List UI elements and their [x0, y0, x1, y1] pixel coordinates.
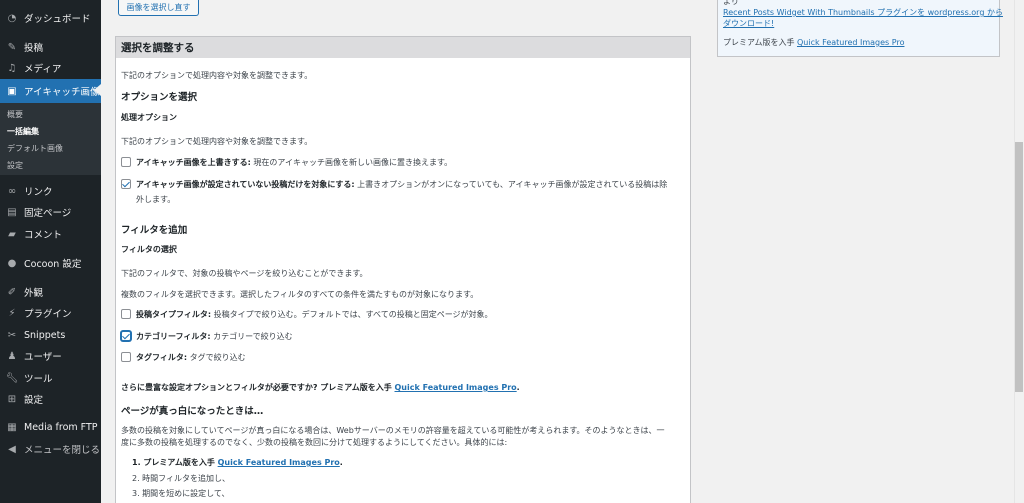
ftp-icon: ▦	[7, 421, 17, 433]
submenu-bulk-edit[interactable]: 一括編集	[7, 126, 39, 137]
filters-heading: フィルタを追加	[121, 225, 188, 236]
sidebar-item-plugins[interactable]: ⚡ プラグイン	[0, 302, 101, 324]
admin-sidebar: 概要 一括編集 デフォルト画像 設定 ◔ ダッシュボード ✎ 投稿 ♫ メディア ▣ ア…	[0, 0, 101, 503]
sidebar-item-pages[interactable]: ▤ 固定ページ	[0, 201, 101, 223]
promo-pro-link[interactable]: Quick Featured Images Pro	[395, 383, 517, 392]
page-scrollbar[interactable]	[1014, 0, 1024, 503]
dashboard-icon: ◔	[7, 12, 17, 24]
overwrite-checkbox[interactable]	[121, 157, 131, 167]
promo-text: さらに豊富な設定オプションとフィルタが必要ですか? プレミアム版を入手 Quic…	[121, 383, 520, 392]
step-1: 1. プレミアム版を入手 Quick Featured Images Pro.	[132, 458, 343, 467]
appearance-icon: ✐	[7, 286, 17, 298]
category-filter-label[interactable]: カテゴリーフィルタ: カテゴリーで絞り込む	[136, 331, 293, 342]
sidebar-info-box: より Recent Posts Widget With Thumbnails プ…	[717, 0, 1003, 57]
step-2: 2. 時間フィルタを追加し、	[132, 474, 231, 483]
page-icon: ▤	[7, 206, 17, 218]
overwrite-option-label[interactable]: アイキャッチ画像を上書きする: 現在のアイキャッチ画像を新しい画像に置き換えます…	[136, 157, 452, 168]
media-icon: ♫	[7, 62, 17, 74]
tag-filter-checkbox[interactable]	[121, 352, 131, 362]
intro-text: 下記のオプションで処理内容や対象を調整できます。	[121, 71, 313, 80]
info-text-top: より	[723, 0, 739, 6]
submenu-default-image[interactable]: デフォルト画像	[7, 143, 63, 154]
image-icon: ▣	[7, 85, 17, 97]
premium-text: プレミアム版を入手 Quick Featured Images Pro	[723, 38, 905, 47]
only-without-featured-checkbox[interactable]	[121, 179, 131, 189]
blank-page-desc-2: 度に多数の投稿を処理するのでなく、少数の投稿を数回に分けて処理するようにしてくだ…	[121, 438, 508, 447]
download-link[interactable]: ダウンロード!	[723, 18, 774, 29]
step-3: 3. 期間を短めに設定して、	[132, 489, 230, 498]
sidebar-item-tools[interactable]: 🔧︎ ツール	[0, 367, 101, 389]
options-description: 下記のオプションで処理内容や対象を調整できます。	[121, 137, 313, 146]
cocoon-icon: ●	[7, 257, 17, 269]
post-type-filter-checkbox[interactable]	[121, 309, 131, 319]
sidebar-item-dashboard[interactable]: ◔ ダッシュボード	[0, 7, 101, 29]
post-type-filter-label[interactable]: 投稿タイプフィルタ: 投稿タイプで絞り込む。デフォルトでは、すべての投稿と固定ペ…	[136, 309, 493, 320]
pin-icon: ✎	[7, 41, 17, 53]
tag-filter-label[interactable]: タグフィルタ: タグで絞り込む	[136, 352, 246, 363]
blank-page-desc-1: 多数の投稿を対象にしていてページが真っ白になる場合は、Webサーバーのメモリの許…	[121, 426, 665, 435]
sidebar-item-links[interactable]: ∞ リンク	[0, 180, 101, 202]
comment-icon: ▰	[8, 228, 16, 240]
plugin-icon: ⚡	[8, 307, 16, 319]
snippets-icon: ✂	[7, 329, 17, 341]
submenu: 概要 一括編集 デフォルト画像 設定	[0, 103, 101, 175]
category-filter-checkbox[interactable]	[121, 331, 131, 341]
sidebar-item-settings[interactable]: ⊞ 設定	[0, 388, 101, 410]
filter-select-label: フィルタの選択	[121, 245, 177, 254]
sidebar-item-media-from-ftp[interactable]: ▦ Media from FTP	[0, 416, 101, 438]
sidebar-item-media[interactable]: ♫ メディア	[0, 57, 101, 79]
processing-options-label: 処理オプション	[121, 113, 177, 122]
sidebar-item-posts[interactable]: ✎ 投稿	[0, 36, 101, 58]
recent-posts-widget-link[interactable]: Recent Posts Widget With Thumbnails プラグイ…	[723, 7, 1003, 18]
collapse-menu-button[interactable]: ◀ メニューを閉じる	[0, 438, 101, 460]
sidebar-item-appearance[interactable]: ✐ 外観	[0, 281, 101, 303]
user-icon: ♟	[7, 350, 17, 362]
sidebar-item-users[interactable]: ♟ ユーザー	[0, 345, 101, 367]
sidebar-item-featured-image[interactable]: ▣ アイキャッチ画像	[0, 79, 101, 103]
filter-description-1: 下記のフィルタで、対象の投稿やページを絞り込むことができます。	[121, 269, 368, 278]
submenu-overview[interactable]: 概要	[7, 109, 23, 120]
options-heading: オプションを選択	[121, 92, 198, 103]
sidebar-item-comments[interactable]: ▰ コメント	[0, 223, 101, 245]
submenu-settings[interactable]: 設定	[7, 160, 23, 171]
settings-icon: ⊞	[7, 393, 17, 405]
sidebar-item-snippets[interactable]: ✂ Snippets	[0, 324, 101, 346]
reselect-images-button[interactable]: 画像を選択し直す	[118, 0, 199, 16]
step1-pro-link[interactable]: Quick Featured Images Pro	[218, 458, 340, 467]
filter-description-2: 複数のフィルタを選択できます。選択したフィルタのすべての条件を満たすものが対象に…	[121, 290, 479, 299]
sidebar-item-cocoon[interactable]: ● Cocoon 設定	[0, 252, 101, 274]
panel-title: 選択を調整する	[116, 37, 690, 58]
blank-page-heading: ページが真っ白になったときは…	[121, 406, 264, 417]
only-without-featured-label[interactable]: アイキャッチ画像が設定されていない投稿だけを対象にする: 上書きオプションがオン…	[136, 179, 667, 190]
link-icon: ∞	[7, 185, 17, 197]
collapse-icon: ◀	[8, 443, 16, 455]
scrollbar-thumb[interactable]	[1015, 142, 1023, 392]
only-without-featured-label-cont: 外します。	[136, 195, 176, 204]
tools-icon: 🔧︎	[5, 372, 19, 384]
adjust-selection-panel: 選択を調整する 下記のオプションで処理内容や対象を調整できます。 オプションを選…	[115, 36, 691, 503]
premium-pro-link[interactable]: Quick Featured Images Pro	[797, 38, 904, 47]
